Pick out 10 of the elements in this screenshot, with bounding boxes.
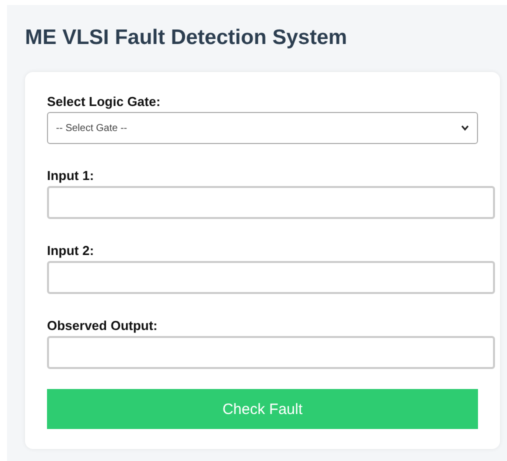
input-field[interactable]	[47, 186, 495, 219]
field-label: Select Logic Gate:	[47, 94, 160, 110]
input-field[interactable]	[47, 336, 495, 369]
chevron-down-icon	[461, 125, 469, 131]
field-label: Input 2:	[47, 243, 94, 259]
field-label: Observed Output:	[47, 318, 158, 334]
page-title: ME VLSI Fault Detection System	[25, 25, 348, 51]
field-label: Input 1:	[47, 168, 94, 184]
gate-dropdown[interactable]: -- Select Gate --	[47, 112, 478, 144]
input-field[interactable]	[47, 261, 495, 294]
